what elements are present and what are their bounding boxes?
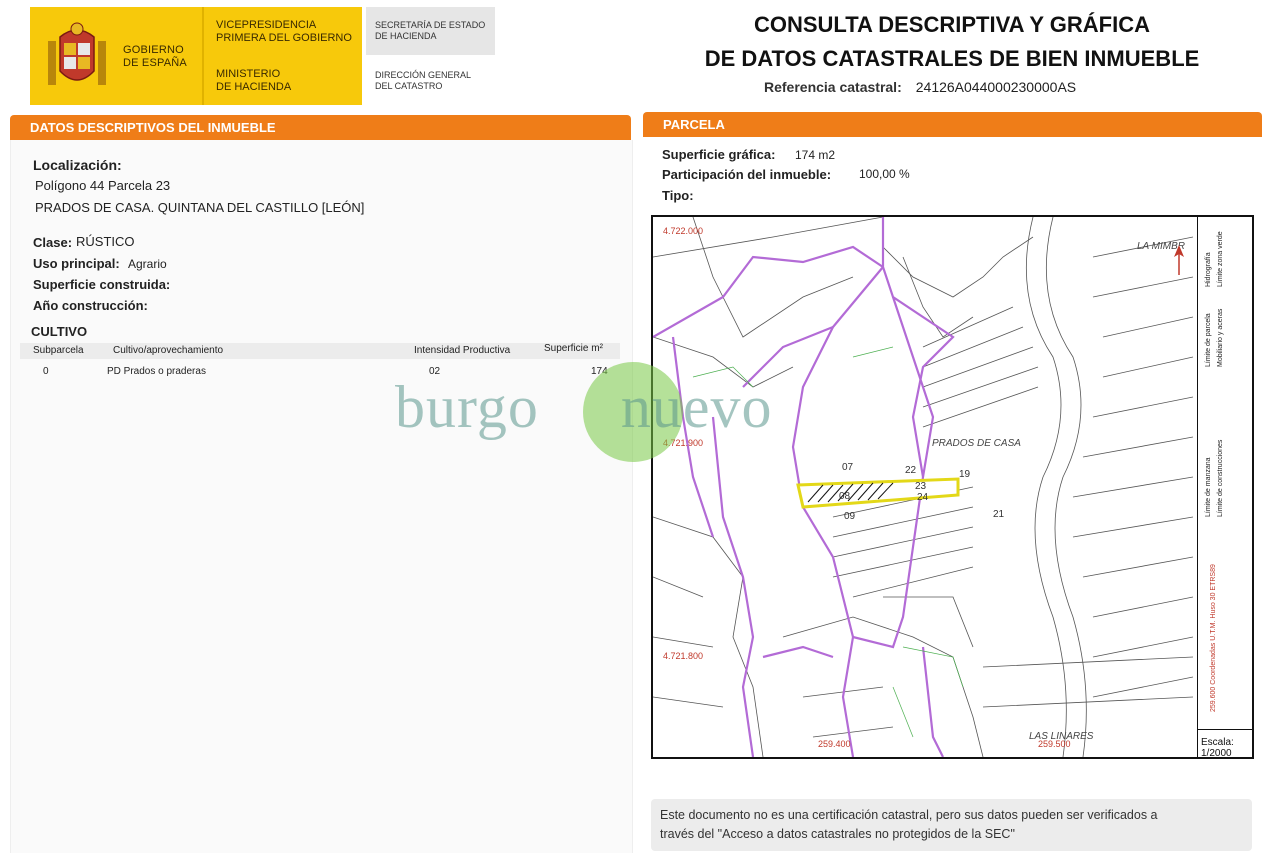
tipo-label: Tipo: bbox=[662, 188, 694, 203]
legend-zona-verde: Límite zona verde bbox=[1217, 231, 1224, 287]
cultivo-table-header: Subparcela Cultivo/aprovechamiento Inten… bbox=[20, 343, 620, 359]
legend-separator bbox=[1197, 217, 1198, 757]
uso-label: Uso principal: bbox=[33, 256, 120, 271]
participacion-value: 100,00 % bbox=[859, 167, 910, 181]
ref-label: Referencia catastral: bbox=[764, 79, 902, 95]
north-arrow-icon bbox=[1174, 245, 1184, 275]
referencia-catastral: Referencia catastral: 24126A044000230000A… bbox=[764, 79, 1076, 95]
government-logo-block: GOBIERNO DE ESPAÑA VICEPRESIDENCIA PRIMERA… bbox=[30, 7, 362, 105]
legend-limite-parcela: Límite de parcela bbox=[1205, 313, 1212, 367]
localizacion-label: Localización: bbox=[33, 157, 122, 173]
watermark-left: burgo bbox=[395, 374, 539, 440]
secretaria-label: SECRETARÍA DE ESTADO DE HACIENDA bbox=[375, 20, 486, 41]
coord-n3: 4.721.800 bbox=[663, 651, 704, 661]
gobierno-label: GOBIERNO DE ESPAÑA bbox=[123, 44, 187, 69]
legend-limite-construcciones: Límite de construcciones bbox=[1217, 439, 1224, 517]
cultivo-title: CULTIVO bbox=[31, 324, 88, 339]
parcel-22: 22 bbox=[905, 465, 917, 476]
note-line2: través del "Acceso a datos catastrales n… bbox=[660, 827, 1015, 841]
parcel-09: 09 bbox=[844, 511, 856, 522]
legend-mobiliario: Mobiliario y aceras bbox=[1217, 308, 1224, 367]
coord-n1: 4.722.000 bbox=[663, 226, 704, 236]
clase-value: RÚSTICO bbox=[76, 234, 135, 249]
watermark-right: nuevo bbox=[620, 374, 773, 440]
scale-separator bbox=[1197, 729, 1252, 730]
participacion-label: Participación del inmueble: bbox=[662, 167, 832, 182]
scale-label: Escala: bbox=[1201, 737, 1234, 748]
col-superficie: Superficie m² bbox=[544, 343, 603, 354]
parcel-19: 19 bbox=[959, 469, 971, 480]
direccion-label: DIRECCIÓN GENERAL DEL CATASTRO bbox=[375, 70, 472, 91]
parcel-21: 21 bbox=[993, 509, 1005, 520]
localizacion-line1: Polígono 44 Parcela 23 bbox=[35, 178, 171, 193]
document-title: CONSULTA DESCRIPTIVA Y GRÁFICA DE DATOS … bbox=[704, 12, 1200, 71]
coord-e1: 259.400 bbox=[818, 739, 851, 749]
col-subparcela: Subparcela bbox=[33, 345, 84, 356]
label-prados-de-casa: PRADOS DE CASA bbox=[932, 438, 1021, 449]
legend-limite-manzana: Límite de manzana bbox=[1205, 457, 1212, 517]
cadastral-map[interactable]: 4.722.000 4.721.900 4.721.800 259.400 25… bbox=[651, 215, 1254, 759]
scale-value: 1/2000 bbox=[1201, 748, 1232, 759]
secretaria-block: SECRETARÍA DE ESTADO DE HACIENDA bbox=[366, 7, 495, 55]
coat-of-arms-icon bbox=[48, 22, 106, 85]
watermark-text: burgo nuevo bbox=[395, 373, 773, 442]
ministerio-label: MINISTERIO DE HACIENDA bbox=[216, 68, 292, 93]
datos-descriptivos-header: DATOS DESCRIPTIVOS DEL INMUEBLE bbox=[10, 115, 631, 140]
localizacion-line2: PRADOS DE CASA. QUINTANA DEL CASTILLO [L… bbox=[35, 200, 365, 215]
header-divider bbox=[202, 7, 204, 105]
superficie-construida-label: Superficie construida: bbox=[33, 277, 171, 292]
uso-value: Agrario bbox=[128, 257, 167, 271]
parcela-header: PARCELA bbox=[643, 112, 1262, 137]
cell-cultivo: PD Prados o praderas bbox=[107, 366, 206, 377]
anio-construccion-label: Año construcción: bbox=[33, 298, 148, 313]
superficie-grafica-value: 174 m2 bbox=[795, 148, 836, 162]
ref-value: 24126A044000230000AS bbox=[915, 79, 1077, 95]
parcel-23: 23 bbox=[915, 481, 927, 492]
label-las-linares: LAS LINARES bbox=[1029, 731, 1094, 742]
superficie-grafica-label: Superficie gráfica: bbox=[662, 147, 776, 162]
col-cultivo: Cultivo/aprovechamiento bbox=[113, 345, 224, 356]
note-line1: Este documento no es una certificación c… bbox=[660, 808, 1158, 822]
clase-label: Clase: bbox=[33, 235, 73, 250]
cell-subparcela: 0 bbox=[43, 366, 49, 377]
utm-note: 259.600 Coordenadas U.T.M. Huso 30 ETRS8… bbox=[1210, 564, 1217, 712]
disclaimer-note: Este documento no es una certificación c… bbox=[651, 799, 1252, 851]
parcel-08: 08 bbox=[839, 491, 851, 502]
vicepresidencia-label: VICEPRESIDENCIA PRIMERA DEL GOBIERNO bbox=[216, 19, 352, 44]
scale-box: Escala: 1/2000 bbox=[1201, 737, 1234, 759]
col-intensidad: Intensidad Productiva bbox=[414, 345, 511, 356]
parcel-24: 24 bbox=[917, 492, 929, 503]
legend-hidrografia: Hidrografía bbox=[1205, 252, 1212, 287]
parcel-07: 07 bbox=[842, 462, 854, 473]
